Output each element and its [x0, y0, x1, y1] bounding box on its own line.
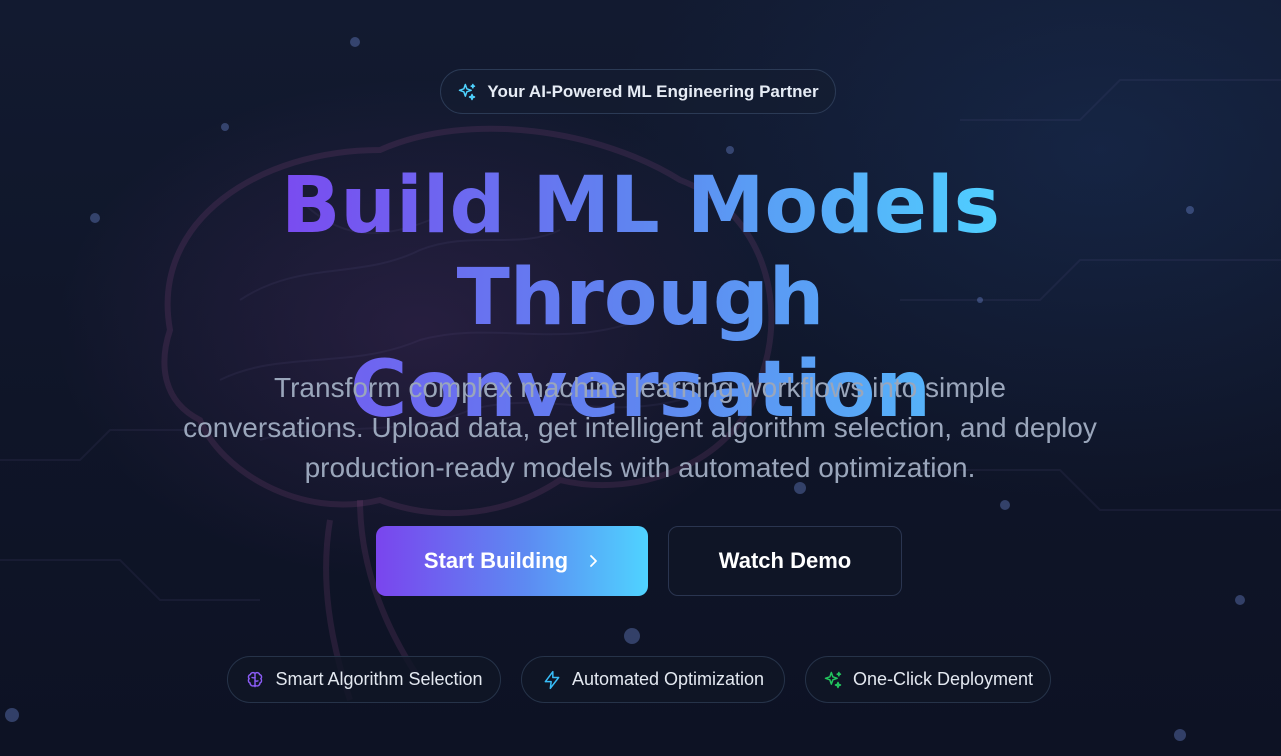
sparkles-icon	[824, 671, 842, 688]
feature-label: Smart Algorithm Selection	[275, 669, 483, 689]
feature-pill-smart-algorithm: Smart Algorithm Selection	[227, 656, 501, 703]
watch-demo-button[interactable]: Watch Demo	[668, 526, 902, 596]
chevron-right-icon	[590, 555, 598, 567]
watch-demo-label: Watch Demo	[718, 548, 852, 573]
headline-line-1: Build ML Models	[280, 161, 1001, 251]
tagline-text: Your AI-Powered ML Engineering Partner	[487, 81, 819, 101]
start-building-button[interactable]: Start Building	[376, 526, 648, 596]
tagline-badge: Your AI-Powered ML Engineering Partner	[440, 69, 836, 114]
hero-section: Your AI-Powered ML Engineering Partner B…	[0, 0, 1281, 756]
feature-pill-automated-optimization: Automated Optimization	[521, 656, 785, 703]
hero-subtitle: Transform complex machine learning workf…	[183, 372, 1097, 483]
sparkles-icon	[459, 83, 476, 100]
feature-label: One-Click Deployment	[852, 669, 1034, 689]
feature-pill-one-click-deployment: One-Click Deployment	[805, 656, 1051, 703]
brain-icon	[248, 671, 263, 687]
start-building-label: Start Building	[423, 548, 569, 573]
lightning-icon	[544, 670, 560, 689]
feature-label: Automated Optimization	[571, 669, 765, 689]
